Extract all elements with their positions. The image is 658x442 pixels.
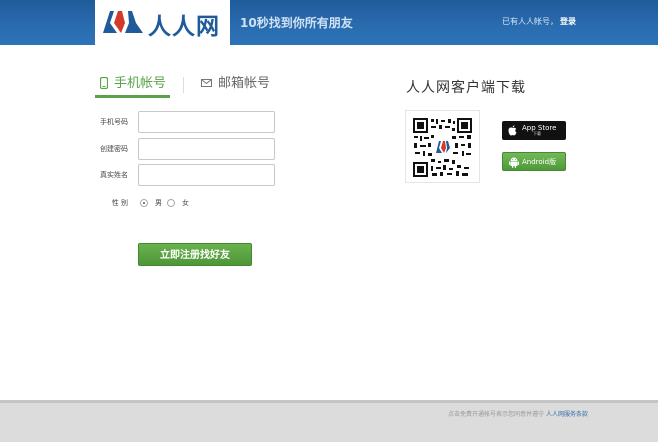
appstore-sub-label: 下载 [533,131,541,136]
account-hint: 已有人人帐号， 登录 [502,16,576,27]
client-download-title: 人人网客户端下载 [406,80,526,96]
page-footer: 点击免费开通帐号表示您同意并遵守 人人网服务条款 [0,400,658,442]
phone-icon [100,76,108,89]
qr-code-box [405,110,480,183]
registration-page: 人人网 10秒找到你所有朋友 已有人人帐号， 登录 手机帐号 邮箱帐号 手机号码 … [0,0,658,442]
tab-phone-account[interactable]: 手机帐号 [95,72,170,98]
slogan: 10秒找到你所有朋友 [240,16,353,30]
gender-male-label: 男 [155,199,162,207]
terms-text: 点击免费开通帐号表示您同意并遵守 [448,411,545,418]
renren-logo-icon [103,11,143,33]
phone-input[interactable] [138,111,275,133]
login-link[interactable]: 登录 [560,17,576,26]
appstore-button[interactable]: App Store 下载 [502,121,566,140]
register-button[interactable]: 立即注册找好友 [138,243,252,266]
terms-notice: 点击免费开通帐号表示您同意并遵守 人人网服务条款 [448,409,588,418]
top-header: 人人网 10秒找到你所有朋友 已有人人帐号， 登录 [0,0,658,45]
gender-male-radio[interactable] [140,199,148,207]
have-account-text: 已有人人帐号， [502,17,558,26]
password-input[interactable] [138,138,275,160]
apple-icon [508,125,517,136]
phone-label: 手机号码 [100,118,128,126]
qr-code-icon [412,117,473,178]
android-icon [509,157,519,168]
gender-female-label: 女 [182,199,189,207]
name-input[interactable] [138,164,275,186]
tab-divider [183,77,184,93]
gender-label: 性 别 [111,199,128,207]
tab-email-account[interactable]: 邮箱帐号 [201,72,291,98]
terms-link[interactable]: 人人网服务条款 [546,411,588,418]
android-button[interactable]: Android版 [502,152,566,171]
android-label: Android版 [522,158,557,166]
logo[interactable]: 人人网 [95,0,230,45]
tab-phone-label: 手机帐号 [114,76,167,91]
tab-email-label: 邮箱帐号 [218,76,271,91]
password-label: 创建密码 [100,145,128,153]
name-label: 真实姓名 [100,171,128,179]
signup-tabs: 手机帐号 邮箱帐号 [95,72,295,100]
logo-text: 人人网 [148,14,220,40]
gender-female-radio[interactable] [167,199,175,207]
mail-icon [201,78,212,87]
